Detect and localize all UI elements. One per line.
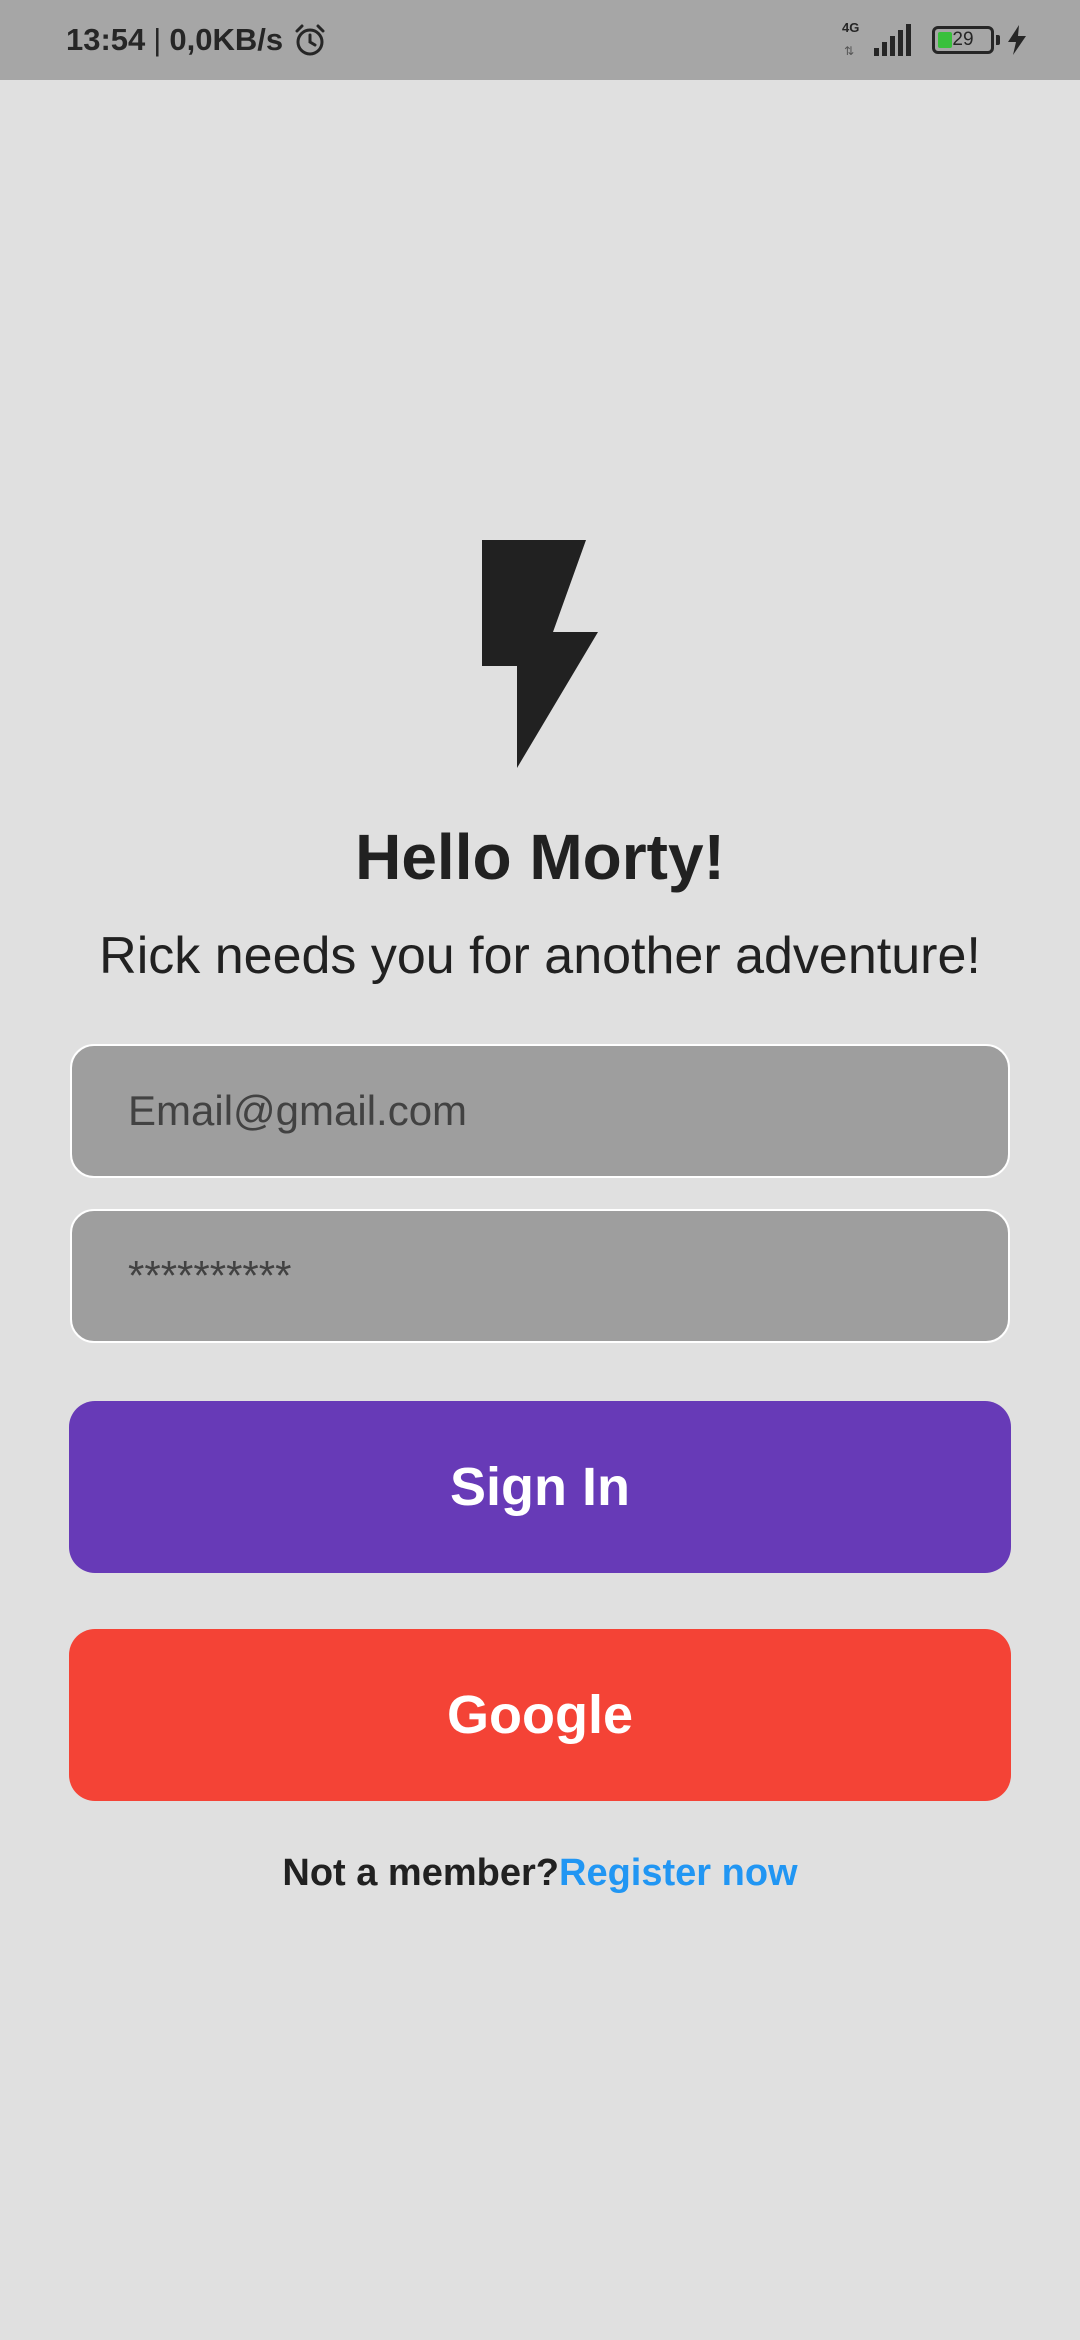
google-sign-in-button[interactable]: Google [69,1629,1011,1801]
battery-tip [996,35,1000,45]
register-row: Not a member?Register now [0,1852,1080,1895]
battery-icon: 29 [932,26,1000,54]
data-arrows-icon: ⇅ [844,44,855,58]
status-left: 13:54 | 0,0KB/s [66,0,327,80]
password-input[interactable] [72,1211,1008,1341]
network-type-icon: 4G ⇅ [842,20,870,60]
status-bar: 13:54 | 0,0KB/s 4G ⇅ 29 [0,0,1080,80]
password-field[interactable] [70,1209,1010,1343]
status-time: 13:54 [66,22,146,57]
status-separator: | [153,22,162,57]
battery-level: 29 [952,29,974,50]
alarm-icon [295,24,325,56]
signal-icon [874,24,911,56]
sign-in-button[interactable]: Sign In [69,1401,1011,1573]
charging-icon [1008,25,1026,55]
status-data-speed: 0,0KB/s [169,22,284,57]
register-now-link[interactable]: Register now [559,1852,798,1894]
email-field[interactable] [70,1044,1010,1178]
email-input[interactable] [72,1046,1008,1176]
lightning-bolt-icon [482,540,598,768]
register-prompt: Not a member? [282,1852,559,1894]
page-subtitle: Rick needs you for another adventure! [99,927,981,985]
status-right: 4G ⇅ 29 [842,0,1028,80]
network-type-label: 4G [842,20,860,35]
page-title: Hello Morty! [355,821,725,893]
